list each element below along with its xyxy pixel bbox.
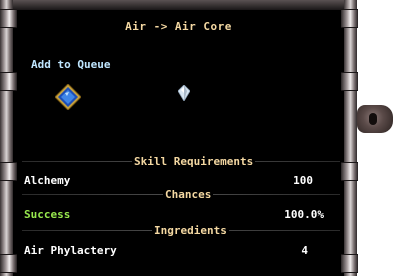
- right-frame-rail: [344, 0, 357, 276]
- ingredient-amount: 4: [301, 244, 308, 257]
- frame-clamp: [0, 162, 17, 181]
- success-label: Success: [24, 208, 71, 221]
- frame-clamp: [341, 72, 358, 91]
- success-chance-value: 100.0%: [284, 208, 324, 221]
- skill-name: Alchemy: [24, 174, 71, 187]
- skill-value: 100: [293, 174, 313, 187]
- window-title: Air -> Air Core: [125, 20, 232, 33]
- frame-clamp: [0, 72, 17, 91]
- chances-heading: Chances: [163, 188, 214, 201]
- frame-clamp: [341, 162, 358, 181]
- frame-clamp: [0, 254, 17, 273]
- scroll-knob-hole: [369, 113, 377, 125]
- blue-gem-icon[interactable]: [54, 83, 82, 111]
- ingredients-heading: Ingredients: [152, 224, 229, 237]
- top-bar: [13, 0, 344, 10]
- ingredient-name: Air Phylactery: [24, 244, 117, 257]
- skill-requirements-heading: Skill Requirements: [132, 155, 256, 168]
- air-core-crystal-icon[interactable]: [177, 84, 191, 102]
- frame-clamp: [341, 254, 358, 273]
- left-frame-rail: [0, 0, 13, 276]
- add-to-queue-button[interactable]: Add to Queue: [31, 58, 110, 71]
